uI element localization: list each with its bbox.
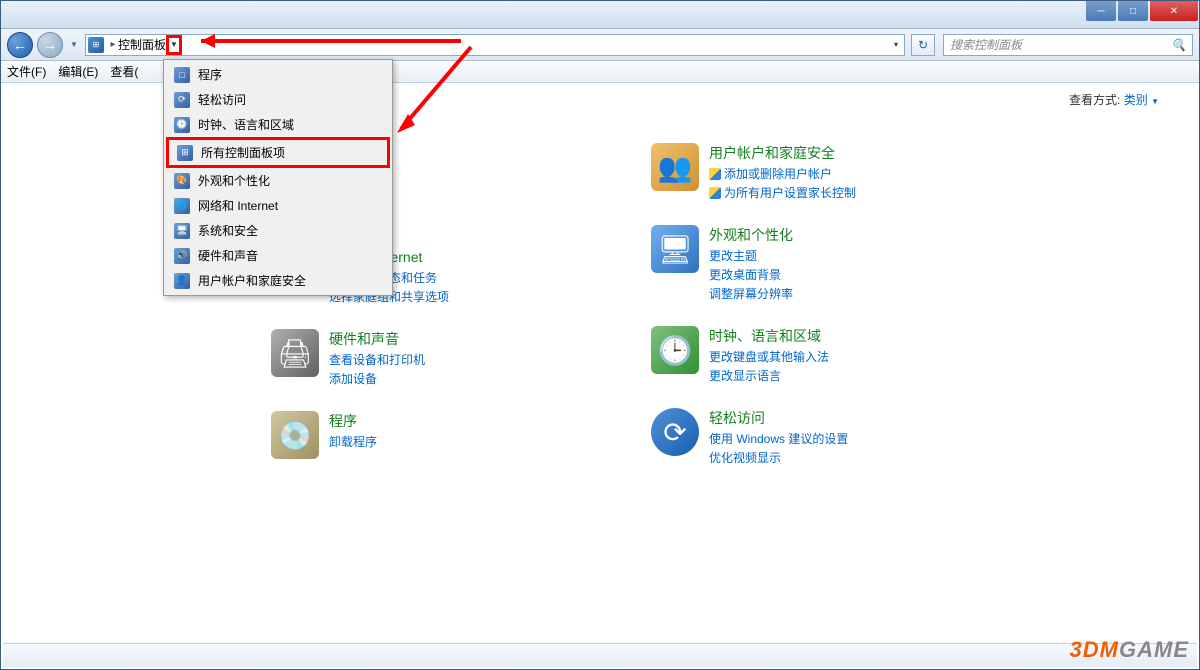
minimize-button[interactable]: ─ xyxy=(1086,1,1116,21)
hardware-icon: 🖨 xyxy=(271,329,319,377)
appearance-icon: 🖥 xyxy=(651,225,699,273)
programs-icon: 💿 xyxy=(271,411,319,459)
category-programs: 💿 程序 卸载程序 xyxy=(271,411,571,459)
user-accounts-icon: 👥 xyxy=(651,143,699,191)
control-panel-icon: ⊞ xyxy=(88,37,104,53)
category-title[interactable]: 硬件和声音 xyxy=(329,329,425,349)
programs-icon: □ xyxy=(174,67,190,83)
maximize-button[interactable]: □ xyxy=(1118,1,1148,21)
shield-icon xyxy=(709,187,721,199)
dropdown-item-network[interactable]: 🌐网络和 Internet xyxy=(166,193,390,218)
category-appearance: 🖥 外观和个性化 更改主题 更改桌面背景 调整屏幕分辨率 xyxy=(651,225,951,302)
search-icon[interactable]: 🔍 xyxy=(1171,38,1186,52)
watermark: 3DMGAME xyxy=(1070,637,1189,663)
search-input[interactable]: 搜索控制面板 🔍 xyxy=(943,34,1193,56)
breadcrumb-dropdown-button[interactable]: ▼ xyxy=(166,35,182,55)
menu-edit[interactable]: 编辑(E) xyxy=(58,63,98,80)
category-column-right: 👥 用户帐户和家庭安全 添加或删除用户帐户 为所有用户设置家长控制 🖥 外观和个… xyxy=(651,143,951,466)
category-title[interactable]: 外观和个性化 xyxy=(709,225,793,245)
category-link[interactable]: 添加或删除用户帐户 xyxy=(709,165,856,182)
appearance-icon: 🎨 xyxy=(174,173,190,189)
hardware-icon: 🔊 xyxy=(174,248,190,264)
window-frame: ─ □ ✕ ← → ▼ ⊞ ▸ 控制面板 ▼ ▾ ↻ 搜索控制面板 🔍 文件(F… xyxy=(0,0,1200,670)
category-link[interactable]: 查看设备和打印机 xyxy=(329,351,425,368)
view-by-selector: 查看方式: 类别 ▼ xyxy=(1069,91,1159,108)
category-link[interactable]: 添加设备 xyxy=(329,370,425,387)
category-link[interactable]: 更改显示语言 xyxy=(709,367,829,384)
breadcrumb-separator: ▸ xyxy=(108,39,118,50)
back-button[interactable]: ← xyxy=(7,32,33,58)
category-clock-language: 🕒 时钟、语言和区域 更改键盘或其他输入法 更改显示语言 xyxy=(651,326,951,384)
search-placeholder: 搜索控制面板 xyxy=(950,36,1022,53)
view-by-label: 查看方式: xyxy=(1069,93,1120,107)
breadcrumb-text[interactable]: 控制面板 xyxy=(118,36,166,53)
status-bar xyxy=(3,643,1197,667)
titlebar: ─ □ ✕ xyxy=(1,1,1199,29)
dropdown-item-clock[interactable]: 🕒时钟、语言和区域 xyxy=(166,112,390,137)
category-title[interactable]: 轻松访问 xyxy=(709,408,848,428)
close-button[interactable]: ✕ xyxy=(1150,1,1198,21)
network-icon: 🌐 xyxy=(174,198,190,214)
category-ease-of-access: ⟳ 轻松访问 使用 Windows 建议的设置 优化视频显示 xyxy=(651,408,951,466)
category-link[interactable]: 优化视频显示 xyxy=(709,449,848,466)
nav-history-dropdown[interactable]: ▼ xyxy=(67,35,81,55)
category-link[interactable]: 调整屏幕分辨率 xyxy=(709,285,793,302)
category-link[interactable]: 为所有用户设置家长控制 xyxy=(709,184,856,201)
system-icon: 🖥 xyxy=(174,223,190,239)
category-title[interactable]: 用户帐户和家庭安全 xyxy=(709,143,856,163)
category-link[interactable]: 卸载程序 xyxy=(329,433,377,450)
category-link[interactable]: 使用 Windows 建议的设置 xyxy=(709,430,848,447)
dropdown-item-ease-of-access[interactable]: ⟳轻松访问 xyxy=(166,87,390,112)
address-bar[interactable]: ⊞ ▸ 控制面板 ▼ ▾ xyxy=(85,34,905,56)
ease-of-access-icon: ⟳ xyxy=(174,92,190,108)
address-toolbar: ← → ▼ ⊞ ▸ 控制面板 ▼ ▾ ↻ 搜索控制面板 🔍 xyxy=(1,29,1199,61)
clock-icon: 🕒 xyxy=(651,326,699,374)
refresh-button[interactable]: ↻ xyxy=(911,34,935,56)
shield-icon xyxy=(709,168,721,180)
chevron-down-icon[interactable]: ▼ xyxy=(1151,97,1159,106)
dropdown-item-user-accounts[interactable]: 👤用户帐户和家庭安全 xyxy=(166,268,390,293)
control-panel-icon: ⊞ xyxy=(177,145,193,161)
dropdown-item-all-control-panel[interactable]: ⊞所有控制面板项 xyxy=(166,137,390,168)
ease-of-access-icon: ⟳ xyxy=(651,408,699,456)
category-hardware: 🖨 硬件和声音 查看设备和打印机 添加设备 xyxy=(271,329,571,387)
category-title[interactable]: 程序 xyxy=(329,411,377,431)
window-buttons: ─ □ ✕ xyxy=(1085,1,1199,21)
menu-view[interactable]: 查看( xyxy=(110,63,138,80)
breadcrumb-dropdown-menu: □程序 ⟳轻松访问 🕒时钟、语言和区域 ⊞所有控制面板项 🎨外观和个性化 🌐网络… xyxy=(163,59,393,296)
address-dropdown-icon[interactable]: ▾ xyxy=(894,40,898,49)
forward-button[interactable]: → xyxy=(37,32,63,58)
clock-icon: 🕒 xyxy=(174,117,190,133)
dropdown-item-appearance[interactable]: 🎨外观和个性化 xyxy=(166,168,390,193)
dropdown-item-system[interactable]: 🖥系统和安全 xyxy=(166,218,390,243)
category-link[interactable]: 更改桌面背景 xyxy=(709,266,793,283)
dropdown-item-programs[interactable]: □程序 xyxy=(166,62,390,87)
category-title[interactable]: 时钟、语言和区域 xyxy=(709,326,829,346)
category-link[interactable]: 更改主题 xyxy=(709,247,793,264)
dropdown-item-hardware[interactable]: 🔊硬件和声音 xyxy=(166,243,390,268)
category-user-accounts: 👥 用户帐户和家庭安全 添加或删除用户帐户 为所有用户设置家长控制 xyxy=(651,143,951,201)
menu-file[interactable]: 文件(F) xyxy=(7,63,46,80)
category-grid: 系统和安全状态 🌐 网络和 Internet 查看网络状态和任务 选择家庭组和共… xyxy=(271,143,1159,466)
user-accounts-icon: 👤 xyxy=(174,273,190,289)
category-link[interactable]: 更改键盘或其他输入法 xyxy=(709,348,829,365)
view-by-value[interactable]: 类别 xyxy=(1124,93,1148,107)
